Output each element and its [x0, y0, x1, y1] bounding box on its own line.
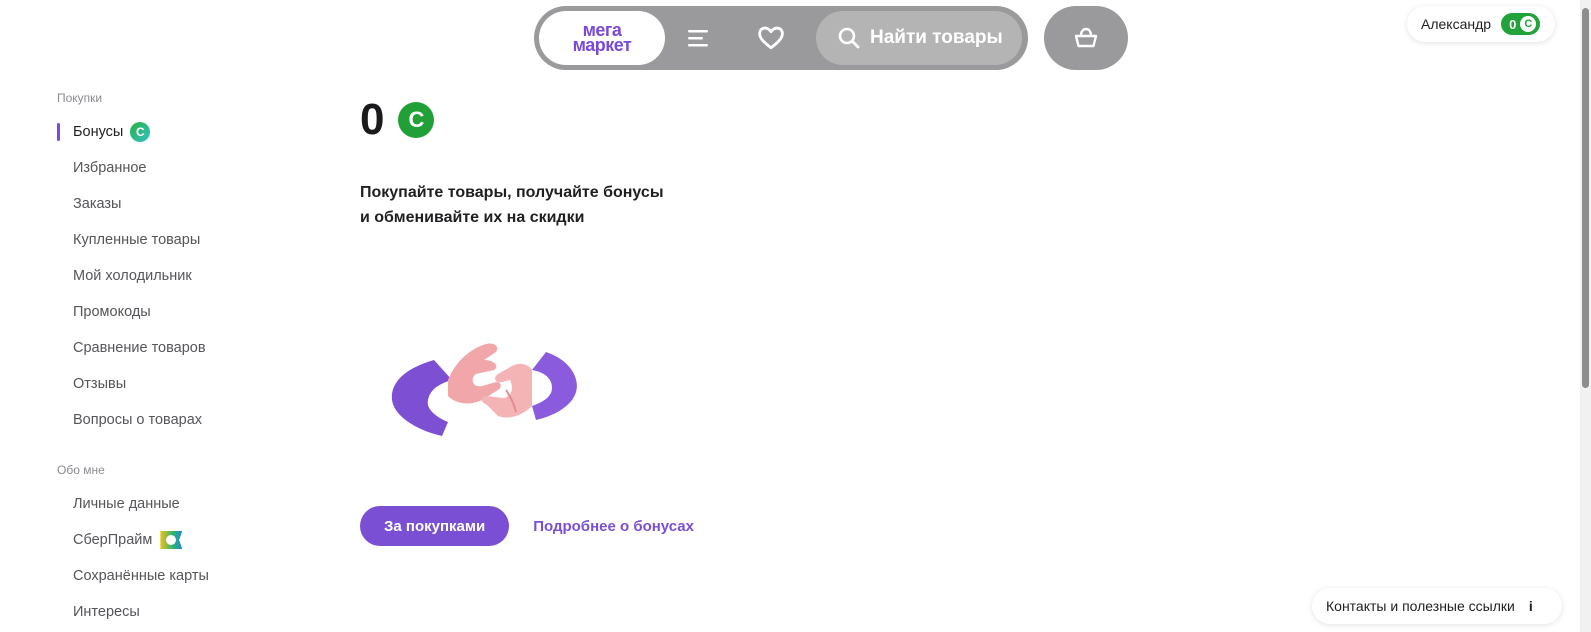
- user-bonus-badge: 0 С: [1501, 13, 1541, 35]
- sidebar-item-reviews[interactable]: Отзывы: [57, 366, 297, 402]
- sidebar-item-saved-cards[interactable]: Сохранённые карты: [57, 558, 297, 594]
- basket-icon: [1074, 27, 1098, 48]
- promo-line-2: и обменивайте их на скидки: [360, 209, 585, 226]
- sidebar-item-bonuses[interactable]: Бонусы C: [57, 114, 297, 150]
- menu-icon: [688, 30, 708, 47]
- sidebar-item-fridge[interactable]: Мой холодильник: [57, 258, 297, 294]
- sidebar-item-label: Сравнение товаров: [73, 340, 206, 356]
- more-about-bonuses-link[interactable]: Подробнее о бонусах: [533, 518, 694, 535]
- sidebar-item-label: Личные данные: [73, 496, 180, 512]
- user-profile-chip[interactable]: Александр 0 С: [1407, 6, 1555, 42]
- heart-icon: [758, 26, 784, 50]
- go-shopping-button[interactable]: За покупками: [360, 506, 510, 546]
- catalog-menu-button[interactable]: [685, 24, 713, 52]
- bonus-balance-value: 0: [360, 95, 385, 144]
- sber-bonus-icon: С: [398, 102, 435, 138]
- sidebar-item-personal-data[interactable]: Личные данные: [57, 486, 297, 522]
- promo-line-1: Покупайте товары, получайте бонусы: [360, 184, 664, 201]
- sidebar-item-label: Отзывы: [73, 376, 127, 392]
- sidebar-item-purchased[interactable]: Купленные товары: [57, 222, 297, 258]
- user-bonus-count: 0: [1509, 16, 1517, 32]
- sidebar-item-label: Сохранённые карты: [73, 568, 209, 584]
- search-placeholder: Найти товары: [870, 27, 1003, 48]
- sidebar-section-about-me: Обо мне: [57, 463, 105, 477]
- sidebar-item-label: Бонусы: [73, 124, 124, 140]
- cart-button[interactable]: [1044, 6, 1128, 70]
- sber-bonus-icon: C: [130, 122, 151, 142]
- account-sidebar: Покупки Бонусы C Избранное Заказы Куплен…: [57, 88, 297, 630]
- bonus-promo-text: Покупайте товары, получайте бонусы и обм…: [360, 180, 720, 230]
- sidebar-item-label: Заказы: [73, 196, 122, 212]
- bonus-exchange-illustration: [391, 343, 577, 436]
- info-icon: i: [1528, 598, 1533, 614]
- search-field[interactable]: Найти товары: [816, 11, 1022, 65]
- sidebar-item-promocodes[interactable]: Промокоды: [57, 294, 297, 330]
- sidebar-item-label: Промокоды: [73, 304, 151, 320]
- header-bar: мега маркет Найти товары: [534, 6, 1028, 70]
- user-name: Александр: [1421, 16, 1492, 32]
- contacts-links-button[interactable]: Контакты и полезные ссылки i: [1312, 588, 1562, 624]
- sidebar-item-sberprime[interactable]: СберПрайм: [57, 522, 297, 558]
- sidebar-item-label: СберПрайм: [73, 532, 153, 548]
- sberprime-flag-icon: [160, 531, 183, 549]
- sidebar-item-questions[interactable]: Вопросы о товарах: [57, 402, 297, 438]
- bonus-balance: 0 С: [360, 95, 435, 144]
- sidebar-item-favorites[interactable]: Избранное: [57, 150, 297, 186]
- megamarket-logo[interactable]: мега маркет: [539, 11, 665, 65]
- scrollbar-thumb[interactable]: [1582, 8, 1589, 388]
- sber-bonus-icon: С: [1520, 16, 1537, 32]
- sidebar-item-interests[interactable]: Интересы: [57, 594, 297, 630]
- search-icon: [838, 27, 860, 49]
- sidebar-item-label: Вопросы о товарах: [73, 412, 203, 428]
- sidebar-item-label: Интересы: [73, 604, 140, 620]
- favorites-button[interactable]: [756, 24, 786, 52]
- bonus-actions: За покупками Подробнее о бонусах: [360, 506, 694, 546]
- sidebar-item-orders[interactable]: Заказы: [57, 186, 297, 222]
- sidebar-item-compare[interactable]: Сравнение товаров: [57, 330, 297, 366]
- sidebar-section-purchases: Покупки: [57, 91, 103, 105]
- sidebar-item-label: Купленные товары: [73, 232, 201, 248]
- logo-line-2: маркет: [572, 35, 632, 55]
- page-scrollbar[interactable]: [1580, 0, 1591, 632]
- sidebar-item-label: Избранное: [73, 160, 147, 176]
- sidebar-item-label: Мой холодильник: [73, 268, 192, 284]
- contacts-label: Контакты и полезные ссылки: [1326, 598, 1515, 614]
